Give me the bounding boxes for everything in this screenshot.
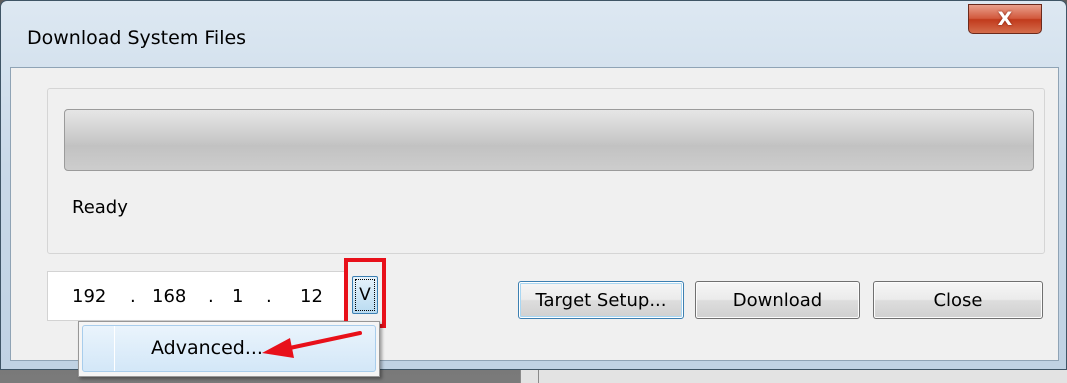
menu-gutter (114, 326, 115, 371)
progress-bar (64, 109, 1034, 171)
download-system-files-dialog: Download System Files X Ready 192 . 168 … (0, 0, 1067, 370)
ip-octet-1[interactable]: 192 (72, 286, 106, 307)
title-bar: Download System Files X (1, 1, 1066, 67)
ip-dot-3: . (266, 285, 272, 307)
ip-octet-2[interactable]: 168 (152, 286, 186, 307)
status-label: Ready (72, 197, 128, 218)
window-title: Download System Files (27, 27, 247, 49)
window-close-button[interactable]: X (968, 4, 1042, 34)
advanced-dropdown-button[interactable]: V (352, 276, 378, 314)
menu-item-advanced[interactable]: Advanced... (82, 325, 376, 372)
ip-octet-4[interactable]: 12 (300, 286, 323, 307)
ip-dot-1: . (130, 285, 136, 307)
dialog-client-area: Ready 192 . 168 . 1 . 12 V Target Setup.… (10, 67, 1059, 361)
ip-dot-2: . (208, 285, 214, 307)
target-setup-button[interactable]: Target Setup... (518, 281, 684, 319)
menu-item-label: Advanced... (151, 337, 263, 359)
context-menu: Advanced... (78, 321, 380, 377)
ip-octet-3[interactable]: 1 (232, 286, 243, 307)
close-icon: X (997, 8, 1013, 30)
status-group: Ready (47, 88, 1045, 254)
ip-address-field[interactable]: 192 . 168 . 1 . 12 (47, 271, 347, 321)
download-button[interactable]: Download (695, 281, 860, 319)
close-button[interactable]: Close (873, 281, 1043, 319)
